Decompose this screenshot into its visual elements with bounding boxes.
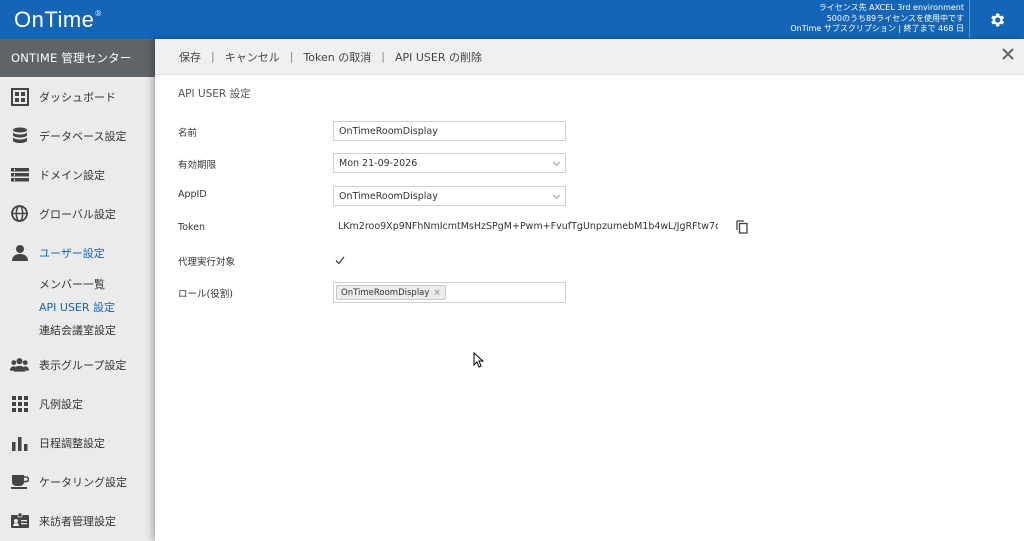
mouse-cursor-icon (473, 352, 484, 368)
appid-value: OnTimeRoomDisplay (339, 190, 438, 202)
globe-icon (10, 204, 29, 223)
remove-chip-icon[interactable]: × (433, 288, 441, 298)
expiry-select[interactable]: Mon 21-09-2026 (333, 153, 566, 173)
group-icon (10, 355, 29, 374)
list-icon (10, 165, 29, 184)
ontime-logo: OnTime® (14, 7, 102, 32)
sidebar-item-label: 凡例設定 (39, 397, 83, 411)
revoke-token-button[interactable]: Token の取消 (303, 49, 371, 65)
sidebar-item-dashboard[interactable]: ダッシュボード (0, 77, 155, 116)
sidebar-item-label: 表示グループ設定 (39, 358, 127, 372)
section-title: API USER 設定 (178, 88, 251, 100)
sidebar-item-domain[interactable]: ドメイン設定 (0, 155, 155, 194)
sidebar-subitem-linked-rooms[interactable]: 連結会議室設定 (0, 318, 155, 341)
license-line-2: 500のうち89ライセンスを使用中です (826, 13, 964, 23)
database-icon (10, 126, 29, 145)
main-panel: 保存 | キャンセル | Token の取消 | API USER の削除 AP… (155, 39, 1024, 541)
role-multiselect[interactable]: OnTimeRoomDisplay × (333, 282, 566, 303)
sidebar-item-visitor[interactable]: 来訪者管理設定 (0, 501, 155, 540)
top-bar: OnTime® ライセンス先 AXCEL 3rd environment 500… (0, 0, 1024, 39)
appid-select[interactable]: OnTimeRoomDisplay (333, 186, 566, 206)
expiry-value: Mon 21-09-2026 (339, 157, 418, 169)
sidebar: ONTIME 管理センター ダッシュボード データベース設定 ドメイン設定 グロ… (0, 39, 155, 541)
sidebar-item-label: 日程調整設定 (39, 436, 105, 450)
settings-button[interactable] (969, 0, 1024, 39)
dashboard-icon (10, 87, 29, 106)
name-input[interactable]: OnTimeRoomDisplay (333, 121, 566, 141)
sidebar-item-display-groups[interactable]: 表示グループ設定 (0, 345, 155, 384)
grid-icon (10, 394, 29, 413)
checkmark-icon (335, 256, 345, 265)
gear-icon (991, 13, 1005, 26)
proxy-label: 代理実行対象 (178, 257, 236, 268)
sidebar-subitem-api-user[interactable]: API USER 設定 (0, 295, 155, 318)
id-card-icon (10, 511, 29, 530)
role-chip: OnTimeRoomDisplay × (336, 285, 446, 300)
name-label: 名前 (178, 128, 198, 139)
cancel-button[interactable]: キャンセル (225, 49, 280, 65)
role-label: ロール(役割) (178, 289, 233, 300)
toolbar-separator: | (381, 50, 385, 63)
sidebar-item-label: データベース設定 (39, 129, 127, 143)
delete-api-user-button[interactable]: API USER の削除 (395, 49, 482, 65)
sidebar-item-database[interactable]: データベース設定 (0, 116, 155, 155)
role-chip-label: OnTimeRoomDisplay (341, 287, 430, 298)
close-icon (1002, 48, 1014, 60)
sidebar-item-global[interactable]: グローバル設定 (0, 194, 155, 233)
sidebar-subitem-members[interactable]: メンバー一覧 (0, 272, 155, 295)
license-info: ライセンス先 AXCEL 3rd environment 500のうち89ライセ… (790, 3, 964, 35)
proxy-checkbox[interactable] (333, 254, 346, 267)
coffee-icon (10, 472, 29, 491)
user-icon (10, 243, 29, 262)
sidebar-item-legend[interactable]: 凡例設定 (0, 384, 155, 423)
sidebar-item-label: グローバル設定 (39, 207, 116, 221)
toolbar-separator: | (211, 50, 215, 63)
expiry-label: 有効期限 (178, 160, 217, 171)
action-toolbar: 保存 | キャンセル | Token の取消 | API USER の削除 (155, 39, 1024, 75)
sidebar-item-label: ユーザー設定 (39, 246, 105, 260)
license-line-3: OnTime サブスクリプション | 終了まで 468 日 (790, 24, 964, 33)
copy-token-button[interactable] (736, 219, 748, 238)
bar-chart-icon (10, 433, 29, 452)
token-label: Token (178, 222, 206, 233)
sidebar-item-label: ケータリング設定 (39, 475, 127, 489)
appid-label: AppID (178, 189, 207, 200)
sidebar-item-label: ドメイン設定 (39, 168, 105, 182)
sidebar-item-label: ダッシュボード (39, 90, 116, 104)
sidebar-title: ONTIME 管理センター (0, 39, 155, 77)
toolbar-separator: | (289, 50, 294, 63)
copy-icon (736, 220, 748, 234)
token-value: LKm2roo9Xp9NFhNmIcmtMsHzSPgM+Pwm+FvufTgU… (338, 221, 718, 232)
save-button[interactable]: 保存 (179, 49, 201, 65)
name-value: OnTimeRoomDisplay (339, 125, 438, 137)
sidebar-item-scheduling[interactable]: 日程調整設定 (0, 423, 155, 462)
sidebar-item-label: 来訪者管理設定 (39, 514, 116, 528)
sidebar-item-user-settings[interactable]: ユーザー設定 (0, 233, 155, 272)
close-button[interactable] (1002, 48, 1014, 63)
sidebar-item-catering[interactable]: ケータリング設定 (0, 462, 155, 501)
license-line-1: ライセンス先 AXCEL 3rd environment (818, 3, 964, 12)
